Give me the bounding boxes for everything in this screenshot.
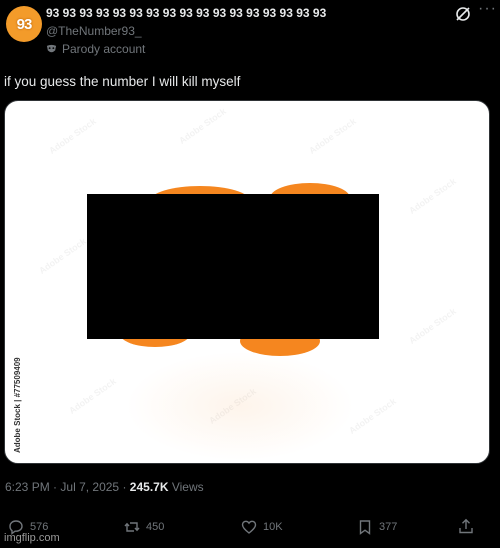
more-options-icon[interactable]: ··· (478, 1, 496, 22)
tweet-meta: 6:23 PM · Jul 7, 2025 · 245.7K Views (5, 480, 204, 494)
bookmark-button[interactable]: 377 (357, 519, 397, 535)
repost-button[interactable]: 450 (124, 519, 164, 535)
grok-icon[interactable] (454, 5, 472, 23)
bookmark-count: 377 (379, 521, 398, 533)
views-label: Views (171, 480, 204, 494)
mask-icon (46, 44, 57, 52)
tweet-text: if you guess the number I will kill myse… (4, 74, 241, 89)
share-icon[interactable] (458, 518, 474, 534)
imgflip-watermark: imgflip.com (4, 532, 60, 544)
redaction-box (87, 194, 379, 339)
tweet-image[interactable]: Adobe Stock Adobe Stock Adobe Stock Adob… (4, 100, 490, 464)
like-button[interactable]: 10K (241, 519, 283, 535)
image-watermark: Adobe Stock | #77509409 (13, 357, 22, 453)
display-name[interactable]: 93 93 93 93 93 93 93 93 93 93 93 93 93 9… (46, 6, 326, 20)
heart-icon (241, 520, 257, 534)
avatar-text: 93 (16, 15, 33, 33)
parody-badge: Parody account (46, 42, 145, 56)
meta-separator: · (122, 480, 127, 494)
tweet-time[interactable]: 6:23 PM (5, 480, 50, 494)
like-count: 10K (263, 521, 283, 533)
views-count: 245.7K (129, 480, 169, 494)
handle[interactable]: @TheNumber93_ (46, 24, 142, 38)
repost-icon (124, 522, 140, 532)
meta-separator: · (53, 480, 58, 494)
repost-count: 450 (146, 521, 165, 533)
avatar[interactable]: 93 (6, 6, 42, 42)
parody-label: Parody account (62, 42, 146, 56)
tweet-date[interactable]: Jul 7, 2025 (60, 480, 119, 494)
bookmark-icon (359, 520, 371, 535)
orange-reflection (125, 351, 355, 461)
